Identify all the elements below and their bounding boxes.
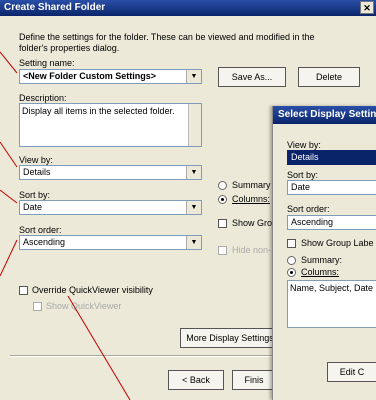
panel-view-by-dropdown[interactable]: Details (287, 150, 376, 165)
callout-line-view-by (0, 141, 18, 168)
panel-sort-order-value: Ascending (291, 217, 334, 227)
panel-sort-order-label: Sort order: (287, 204, 330, 214)
panel-summary-radio[interactable] (287, 256, 296, 265)
panel-columns-label: Columns: (301, 267, 340, 277)
panel-title: Select Display Settin (273, 106, 376, 124)
callout-line-override (67, 295, 131, 400)
panel-sort-by-value: Date (291, 182, 311, 192)
callout-line-setting-name (0, 51, 18, 74)
panel-columns-value: Name, Subject, Date (290, 283, 374, 293)
panel-columns-list[interactable]: Name, Subject, Date (287, 280, 376, 328)
panel-edit-columns-button[interactable]: Edit C (327, 362, 376, 382)
panel-sort-by-label: Sort by: (287, 170, 319, 180)
select-display-settings-panel: Select Display Settin View by: Details S… (272, 106, 376, 400)
callout-line-sort-order (0, 239, 18, 277)
panel-sort-by-dropdown[interactable]: Date (287, 180, 376, 195)
panel-summary-label: Summary: (301, 255, 343, 265)
callout-line-sort-by (0, 189, 18, 204)
panel-sort-order-dropdown[interactable]: Ascending (287, 215, 376, 230)
panel-columns-radio[interactable] (287, 268, 296, 277)
panel-show-group-label: Show Group Labe (301, 238, 374, 248)
panel-show-group-checkbox[interactable] (287, 239, 296, 248)
panel-view-by-value: Details (291, 152, 319, 162)
panel-view-by-label: View by: (287, 140, 321, 150)
